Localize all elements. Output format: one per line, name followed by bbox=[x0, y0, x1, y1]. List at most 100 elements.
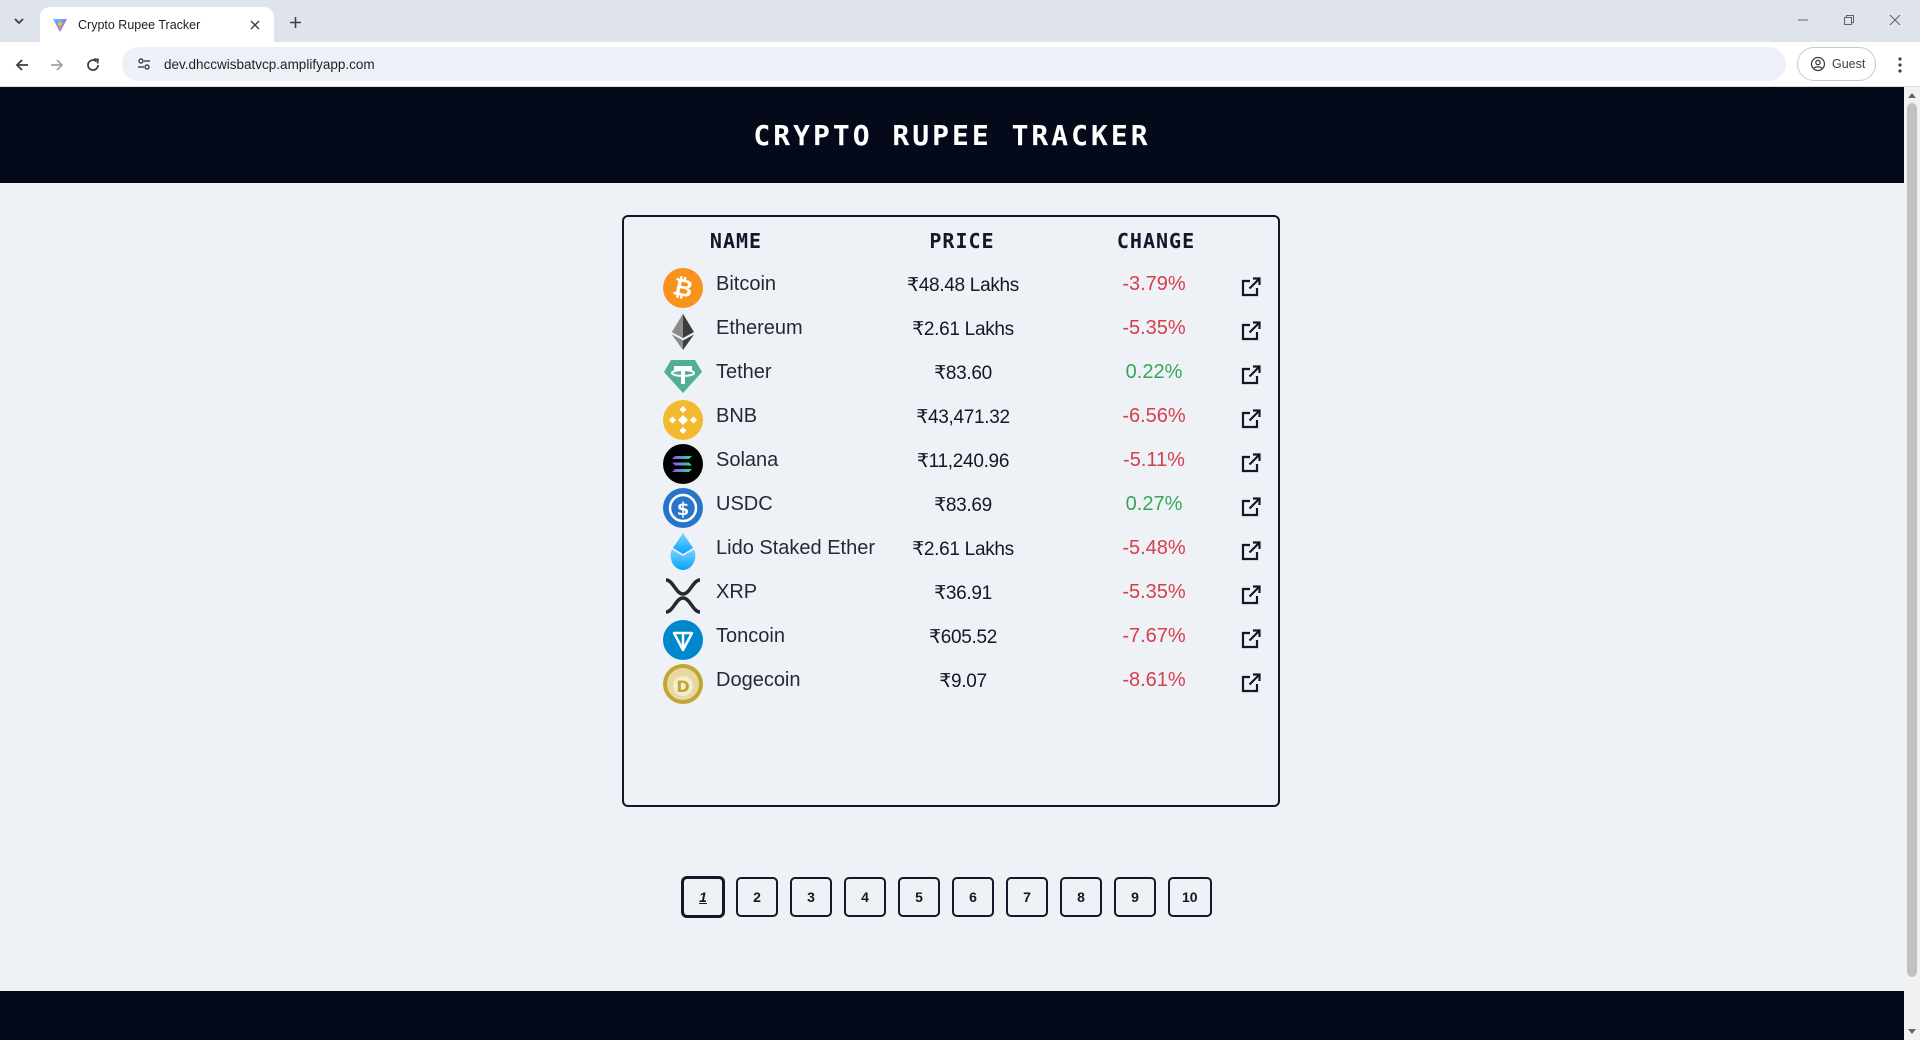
chevron-down-icon bbox=[14, 18, 24, 25]
browser-menu-button[interactable] bbox=[1886, 50, 1914, 80]
reload-icon bbox=[87, 58, 100, 71]
coin-change: 0.22% bbox=[1125, 361, 1183, 383]
new-tab-button[interactable] bbox=[282, 9, 308, 35]
toncoin-icon bbox=[662, 619, 704, 661]
page-button[interactable]: 1 bbox=[682, 877, 724, 917]
vite-favicon-icon bbox=[52, 17, 68, 33]
scroll-down-icon[interactable] bbox=[1904, 1024, 1920, 1040]
coin-name: Dogecoin bbox=[716, 669, 801, 691]
page-scrollbar[interactable] bbox=[1904, 87, 1920, 1040]
minimize-icon bbox=[1798, 19, 1808, 21]
coin-price: ₹2.61 Lakhs bbox=[912, 319, 1014, 340]
coin-price: ₹83.69 bbox=[934, 495, 992, 516]
forward-button[interactable] bbox=[42, 50, 72, 80]
arrow-right-icon bbox=[51, 59, 64, 71]
site-info-icon[interactable] bbox=[134, 54, 154, 74]
external-link-icon[interactable] bbox=[1238, 626, 1264, 652]
tab-title: Crypto Rupee Tracker bbox=[78, 17, 201, 32]
page-viewport: CRYPTO RUPEE TRACKER NAME PRICE CHANGE ₿… bbox=[0, 87, 1904, 1040]
external-link-icon[interactable] bbox=[1238, 362, 1264, 388]
back-button[interactable] bbox=[7, 50, 37, 80]
external-link-icon[interactable] bbox=[1238, 406, 1264, 432]
tether-icon bbox=[662, 355, 704, 397]
coin-name: Tether bbox=[716, 361, 772, 383]
dogecoin-icon: D bbox=[662, 663, 704, 705]
ethereum-icon bbox=[662, 311, 704, 353]
page-button[interactable]: 8 bbox=[1060, 877, 1102, 917]
restore-icon bbox=[1844, 15, 1854, 25]
xrp-icon bbox=[662, 575, 704, 617]
page-button[interactable]: 6 bbox=[952, 877, 994, 917]
pagination: 1 2 3 4 5 6 7 8 9 10 bbox=[682, 877, 1224, 917]
coin-name: Ethereum bbox=[716, 317, 803, 339]
coin-name: Lido Staked Ether bbox=[716, 537, 875, 559]
arrow-left-icon bbox=[15, 59, 28, 71]
bitcoin-icon: ₿ bbox=[662, 267, 704, 309]
column-header-price: PRICE bbox=[929, 229, 995, 253]
address-bar[interactable]: dev.dhccwisbatvcp.amplifyapp.com bbox=[122, 47, 1786, 81]
coin-change: -5.35% bbox=[1122, 581, 1186, 603]
external-link-icon[interactable] bbox=[1238, 494, 1264, 520]
page-button[interactable]: 10 bbox=[1168, 877, 1212, 917]
coin-price: ₹11,240.96 bbox=[916, 451, 1010, 472]
site-footer bbox=[0, 991, 1904, 1040]
close-tab-icon[interactable] bbox=[244, 14, 266, 36]
external-link-icon[interactable] bbox=[1238, 274, 1264, 300]
more-vertical-icon bbox=[1898, 57, 1902, 73]
site-header: CRYPTO RUPEE TRACKER bbox=[0, 87, 1904, 183]
url-text: dev.dhccwisbatvcp.amplifyapp.com bbox=[164, 56, 375, 72]
coin-price: ₹48.48 Lakhs bbox=[906, 275, 1020, 296]
table-row: D Dogecoin ₹9.07 -8.61% bbox=[624, 657, 1278, 711]
coin-name: Solana bbox=[716, 449, 779, 471]
page-button[interactable]: 3 bbox=[790, 877, 832, 917]
coin-price: ₹9.07 bbox=[939, 671, 987, 692]
coin-change: -5.48% bbox=[1122, 537, 1186, 559]
usdc-icon: $ bbox=[662, 487, 704, 529]
coin-change: -5.35% bbox=[1122, 317, 1186, 339]
column-header-name: NAME bbox=[709, 229, 763, 253]
page-button[interactable]: 7 bbox=[1006, 877, 1048, 917]
coin-price: ₹2.61 Lakhs bbox=[912, 539, 1014, 560]
coin-name: BNB bbox=[716, 405, 758, 427]
coin-price: ₹36.91 bbox=[934, 583, 992, 604]
page-button[interactable]: 5 bbox=[898, 877, 940, 917]
browser-toolbar: dev.dhccwisbatvcp.amplifyapp.com Guest bbox=[0, 42, 1920, 87]
coin-price: ₹605.52 bbox=[928, 627, 998, 648]
coin-change: -6.56% bbox=[1122, 405, 1186, 427]
profile-label: Guest bbox=[1832, 57, 1866, 71]
svg-text:D: D bbox=[676, 677, 689, 696]
profile-button[interactable]: Guest bbox=[1797, 47, 1876, 81]
close-icon bbox=[1889, 14, 1901, 26]
column-header-change: CHANGE bbox=[1116, 229, 1196, 253]
coin-name: Bitcoin bbox=[716, 273, 777, 295]
minimize-button[interactable] bbox=[1780, 0, 1826, 40]
solana-icon bbox=[662, 443, 704, 485]
lido-icon bbox=[662, 531, 704, 573]
coin-change: -3.79% bbox=[1122, 273, 1186, 295]
external-link-icon[interactable] bbox=[1238, 450, 1264, 476]
page-button[interactable]: 9 bbox=[1114, 877, 1156, 917]
coin-price: ₹43,471.32 bbox=[916, 407, 1010, 428]
page-title: CRYPTO RUPEE TRACKER bbox=[753, 118, 1151, 152]
plus-icon bbox=[289, 16, 301, 28]
reload-button[interactable] bbox=[78, 50, 108, 80]
close-window-button[interactable] bbox=[1872, 0, 1918, 40]
coin-change: -8.61% bbox=[1122, 669, 1186, 691]
tab-search-button[interactable] bbox=[6, 9, 32, 33]
external-link-icon[interactable] bbox=[1238, 582, 1264, 608]
coin-name: Toncoin bbox=[716, 625, 785, 647]
coin-change: 0.27% bbox=[1125, 493, 1183, 515]
coin-name: USDC bbox=[716, 493, 773, 515]
page-button[interactable]: 2 bbox=[736, 877, 778, 917]
external-link-icon[interactable] bbox=[1238, 670, 1264, 696]
page-button[interactable]: 4 bbox=[844, 877, 886, 917]
browser-tab[interactable]: Crypto Rupee Tracker bbox=[40, 7, 274, 42]
scroll-up-icon[interactable] bbox=[1904, 87, 1920, 103]
external-link-icon[interactable] bbox=[1238, 538, 1264, 564]
external-link-icon[interactable] bbox=[1238, 318, 1264, 344]
browser-tab-bar: Crypto Rupee Tracker bbox=[0, 0, 1920, 42]
scrollbar-thumb[interactable] bbox=[1907, 103, 1917, 977]
restore-button[interactable] bbox=[1826, 0, 1872, 40]
coin-change: -5.11% bbox=[1123, 449, 1185, 471]
crypto-table: NAME PRICE CHANGE ₿ Bitcoin ₹48.48 Lakhs -3… bbox=[622, 215, 1280, 807]
